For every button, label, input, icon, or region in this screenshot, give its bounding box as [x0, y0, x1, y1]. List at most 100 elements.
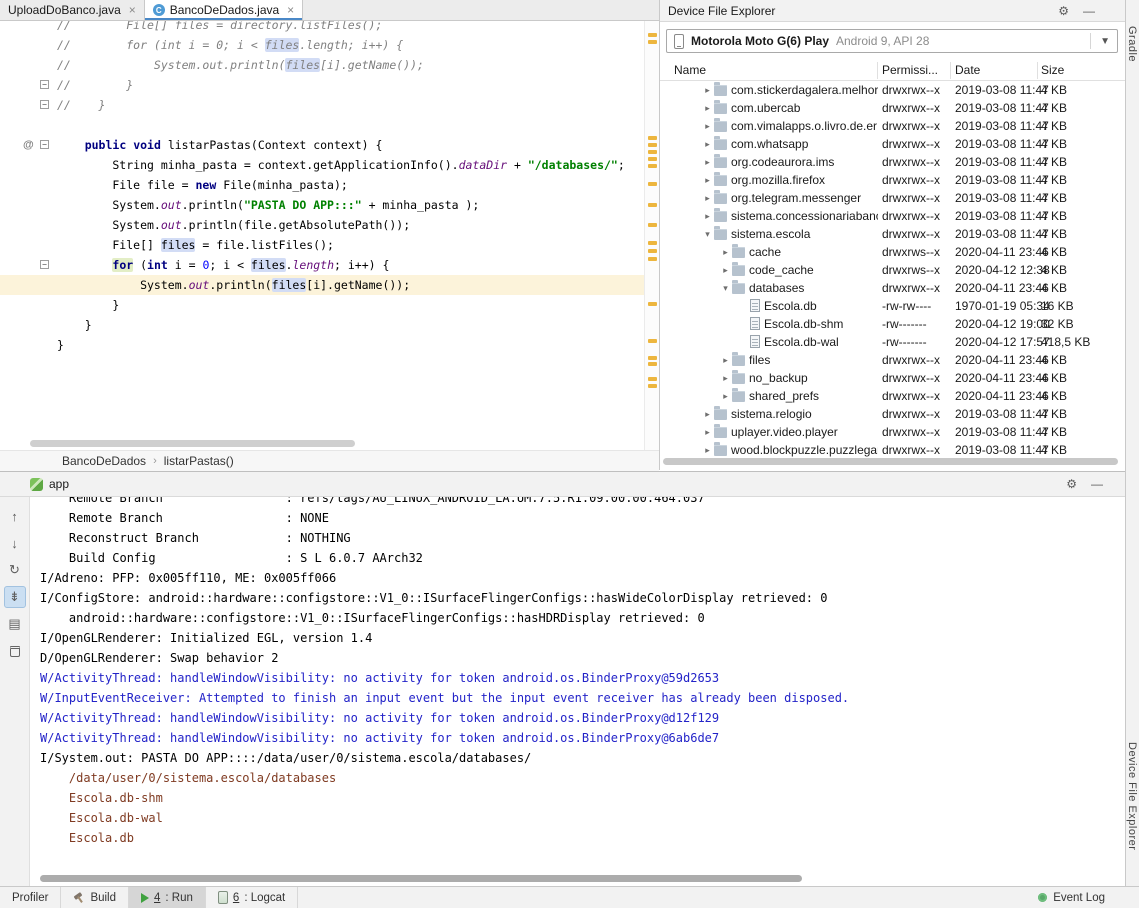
editor-tab[interactable]: CBancoDeDados.java× [145, 0, 303, 20]
gear-icon[interactable]: ⚙ [1066, 477, 1077, 491]
code-line[interactable]: // for (int i = 0; i < files.length; i++… [0, 35, 644, 55]
chevron-down-icon[interactable]: ▾ [701, 225, 714, 243]
code-line[interactable]: System.out.println(file.getAbsolutePath(… [0, 215, 644, 235]
table-row[interactable]: ▸org.codeaurora.imsdrwxrwx--x2019-03-08 … [660, 153, 1126, 171]
code-line[interactable]: @− public void listarPastas(Context cont… [0, 135, 644, 155]
minimize-icon[interactable]: — [1091, 477, 1103, 491]
profiler-button[interactable]: Profiler [0, 887, 61, 908]
console-hscrollbar[interactable] [40, 875, 802, 882]
soft-wrap-icon[interactable]: ↻ [4, 559, 26, 581]
column-header-name[interactable]: Name [674, 63, 706, 77]
chevron-right-icon[interactable]: ▸ [719, 387, 732, 405]
breadcrumb-item-class[interactable]: BancoDeDados [62, 454, 146, 468]
chevron-right-icon[interactable]: ▸ [701, 189, 714, 207]
table-row[interactable]: ▸com.ubercabdrwxrwx--x2019-03-08 11:474 … [660, 99, 1126, 117]
fold-marker-icon[interactable]: − [40, 140, 49, 149]
minimize-icon[interactable]: — [1083, 4, 1095, 18]
app-run-icon [30, 478, 43, 491]
annotation-gutter-icon[interactable]: @ [23, 135, 34, 155]
code-line[interactable]: −// } [0, 75, 644, 95]
breadcrumb-item-method[interactable]: listarPastas() [164, 454, 234, 468]
table-row[interactable]: ▸shared_prefsdrwxrwx--x2020-04-11 23:464… [660, 387, 1126, 405]
column-header-permissions[interactable]: Permissi... [882, 63, 938, 77]
chevron-right-icon[interactable]: ▸ [719, 243, 732, 261]
code-line[interactable]: System.out.println(files[i].getName()); [0, 275, 644, 295]
code-line[interactable]: } [0, 295, 644, 315]
table-row[interactable]: ▸com.whatsappdrwxrwx--x2019-03-08 11:474… [660, 135, 1126, 153]
chevron-right-icon[interactable]: ▸ [719, 261, 732, 279]
error-stripe[interactable] [644, 21, 659, 450]
build-button[interactable]: Build [61, 887, 129, 908]
tree-hscrollbar[interactable] [663, 458, 1118, 465]
chevron-right-icon[interactable]: ▸ [701, 99, 714, 117]
code-line[interactable]: } [0, 315, 644, 335]
code-line[interactable]: // File[] files = directory.listFiles(); [0, 21, 644, 35]
fold-marker-icon[interactable]: − [40, 100, 49, 109]
table-row[interactable]: ▸no_backupdrwxrwx--x2020-04-11 23:464 KB [660, 369, 1126, 387]
chevron-right-icon[interactable]: ▸ [701, 171, 714, 189]
column-header-size[interactable]: Size [1041, 63, 1064, 77]
date-cell: 2020-04-11 23:46 [955, 351, 1049, 369]
table-row[interactable]: ▾databasesdrwxrwx--x2020-04-11 23:464 KB [660, 279, 1126, 297]
clear-all-icon[interactable] [4, 640, 26, 662]
device-selector[interactable]: Motorola Moto G(6) Play Android 9, API 2… [666, 29, 1118, 53]
code-line[interactable]: − for (int i = 0; i < files.length; i++)… [0, 255, 644, 275]
code-line[interactable]: } [0, 335, 644, 355]
chevron-right-icon[interactable]: ▸ [701, 423, 714, 441]
up-stack-icon[interactable]: ↑ [4, 505, 26, 527]
close-icon[interactable]: × [287, 3, 294, 17]
print-icon[interactable]: ▤ [4, 613, 26, 635]
column-header-date[interactable]: Date [955, 63, 980, 77]
console-line: Escola.db [31, 828, 1125, 848]
logcat-tab-button[interactable]: 6: Logcat [206, 887, 298, 908]
chevron-right-icon[interactable]: ▸ [719, 351, 732, 369]
fold-marker-icon[interactable]: − [40, 80, 49, 89]
console[interactable]: Remote Branch : refs/tags/AU_LINUX_ANDRO… [31, 497, 1125, 886]
code-line[interactable]: −// } [0, 95, 644, 115]
scroll-to-end-icon[interactable]: ⇟ [4, 586, 26, 608]
run-tab-app[interactable]: app [49, 477, 69, 491]
close-icon[interactable]: × [129, 3, 136, 17]
gear-icon[interactable]: ⚙ [1058, 4, 1069, 18]
table-row[interactable]: Escola.db-shm-rw-------2020-04-12 19:003… [660, 315, 1126, 333]
table-row[interactable]: ▸org.mozilla.firefoxdrwxrwx--x2019-03-08… [660, 171, 1126, 189]
code-line[interactable]: String minha_pasta = context.getApplicat… [0, 155, 644, 175]
table-row[interactable]: ▸code_cachedrwxrws--x2020-04-12 12:384 K… [660, 261, 1126, 279]
table-row[interactable]: ▸filesdrwxrwx--x2020-04-11 23:464 KB [660, 351, 1126, 369]
device-api: Android 9, API 28 [836, 34, 929, 48]
chevron-right-icon[interactable]: ▸ [701, 153, 714, 171]
code-line[interactable]: // System.out.println(files[i].getName()… [0, 55, 644, 75]
editor-tab[interactable]: UploadDoBanco.java× [0, 0, 145, 20]
table-row[interactable]: ▸org.telegram.messengerdrwxrwx--x2019-03… [660, 189, 1126, 207]
table-row[interactable]: ▾sistema.escoladrwxrwx--x2019-03-08 11:4… [660, 225, 1126, 243]
editor-hscrollbar[interactable] [30, 440, 355, 447]
table-row[interactable]: Escola.db-rw-rw----1970-01-19 05:3416 KB [660, 297, 1126, 315]
event-log-button[interactable]: Event Log [1038, 892, 1139, 904]
run-tab-button[interactable]: 4: Run [129, 887, 206, 908]
device-file-explorer-tool-button[interactable]: Device File Explorer [1126, 742, 1138, 850]
table-row[interactable]: ▸sistema.concessionariabancdrwxrwx--x201… [660, 207, 1126, 225]
table-row[interactable]: ▸com.stickerdagalera.melhordrwxrwx--x201… [660, 81, 1126, 99]
chevron-right-icon[interactable]: ▸ [719, 369, 732, 387]
chevron-down-icon[interactable]: ▾ [719, 279, 732, 297]
table-row[interactable]: Escola.db-wal-rw-------2020-04-12 17:574… [660, 333, 1126, 351]
fold-marker-icon[interactable]: − [40, 260, 49, 269]
chevron-right-icon[interactable]: ▸ [701, 135, 714, 153]
table-row[interactable]: ▸com.vimalapps.o.livro.de.erdrwxrwx--x20… [660, 117, 1126, 135]
chevron-right-icon[interactable]: ▸ [701, 81, 714, 99]
code-line[interactable] [0, 115, 644, 135]
chevron-right-icon[interactable]: ▸ [701, 441, 714, 459]
table-row[interactable]: ▸sistema.relogiodrwxrwx--x2019-03-08 11:… [660, 405, 1126, 423]
table-row[interactable]: ▸uplayer.video.playerdrwxrwx--x2019-03-0… [660, 423, 1126, 441]
code-editor[interactable]: // File[] files = directory.listFiles();… [0, 21, 644, 450]
chevron-right-icon[interactable]: ▸ [701, 405, 714, 423]
code-line[interactable]: File file = new File(minha_pasta); [0, 175, 644, 195]
table-row[interactable]: ▸cachedrwxrws--x2020-04-11 23:464 KB [660, 243, 1126, 261]
down-stack-icon[interactable]: ↓ [4, 532, 26, 554]
code-line[interactable]: File[] files = file.listFiles(); [0, 235, 644, 255]
code-line[interactable]: System.out.println("PASTA DO APP:::" + m… [0, 195, 644, 215]
gradle-tool-button[interactable]: Gradle [1126, 26, 1138, 62]
chevron-right-icon[interactable]: ▸ [701, 117, 714, 135]
chevron-right-icon[interactable]: ▸ [701, 207, 714, 225]
table-row[interactable]: ▸wood.blockpuzzle.puzzlegardrwxrwx--x201… [660, 441, 1126, 459]
